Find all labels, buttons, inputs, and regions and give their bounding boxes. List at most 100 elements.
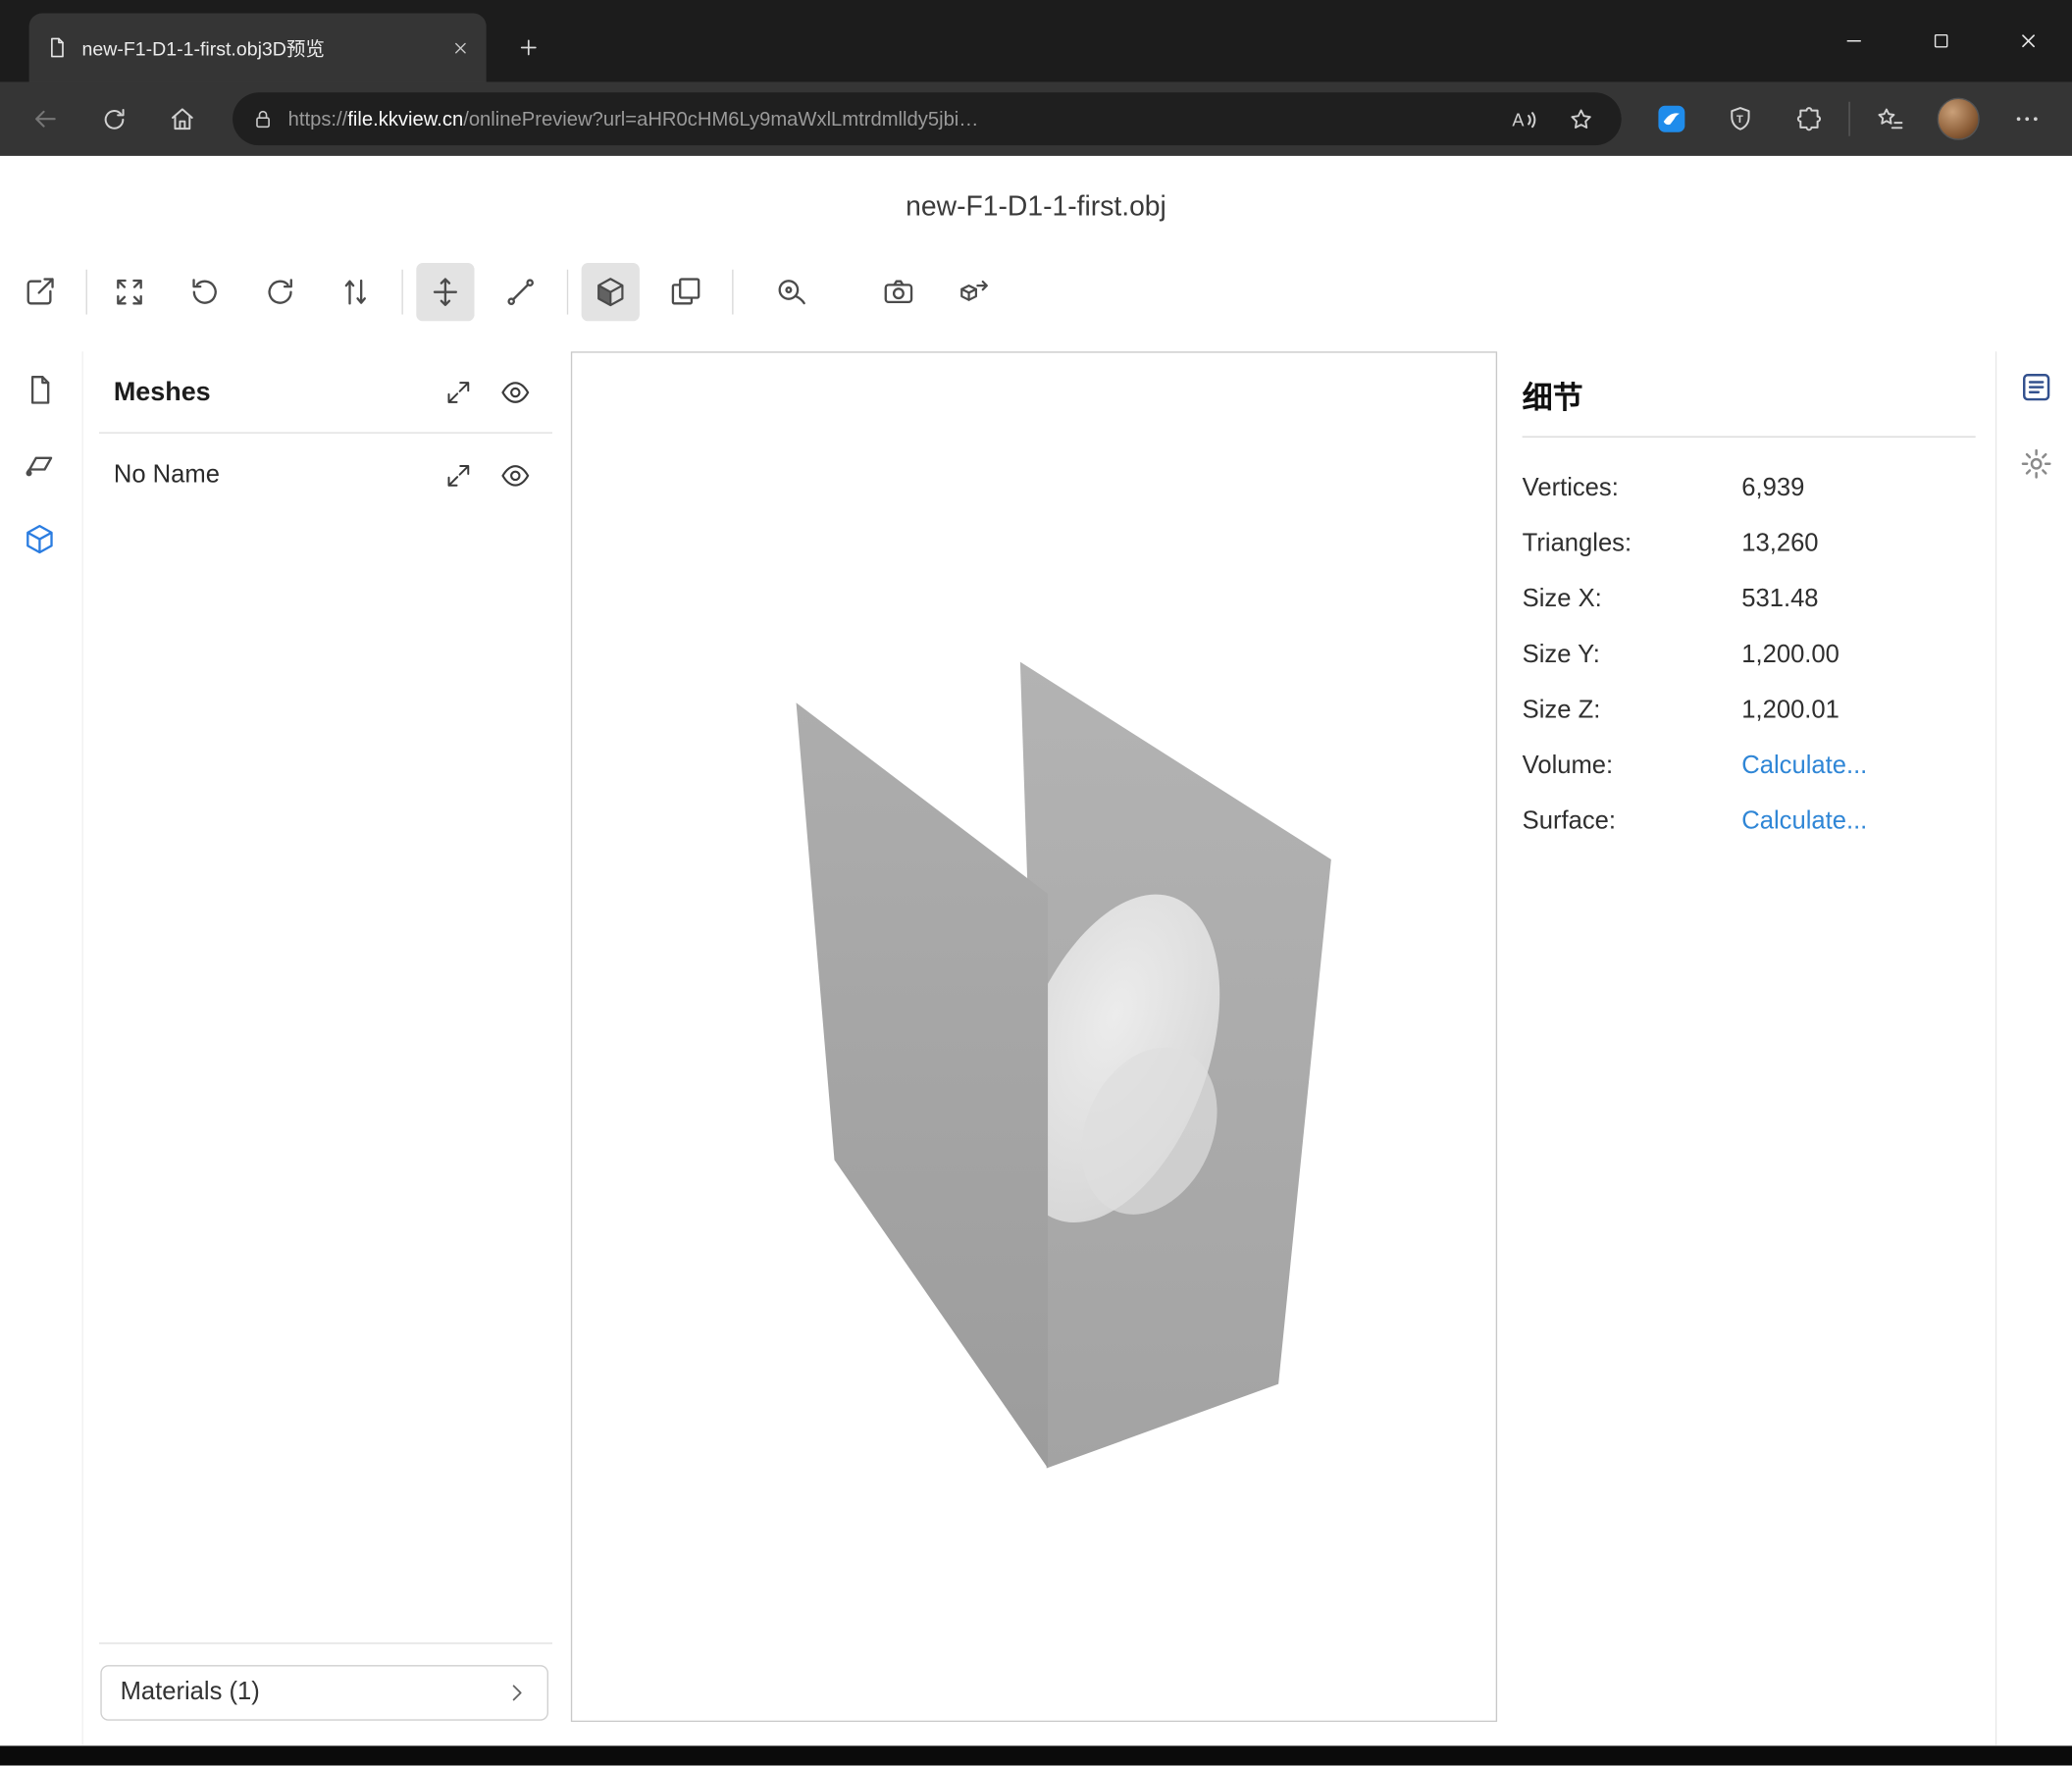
- close-button[interactable]: [1985, 0, 2072, 82]
- chevron-right-icon: [505, 1681, 529, 1704]
- file-info-tab[interactable]: [11, 361, 69, 419]
- open-file-button[interactable]: [11, 263, 69, 321]
- 3d-model-render: [572, 353, 1496, 1721]
- eye-icon: [499, 460, 531, 492]
- more-icon: [2012, 104, 2042, 133]
- details-row: Triangles: 13,260: [1523, 517, 1976, 573]
- extensions-button[interactable]: [1780, 92, 1838, 145]
- settings-more-button[interactable]: [1998, 92, 2056, 145]
- back-icon: [30, 104, 60, 133]
- favorites-bar-button[interactable]: [1860, 92, 1918, 145]
- rotate-left-button[interactable]: [176, 263, 233, 321]
- rotate-right-button[interactable]: [251, 263, 309, 321]
- details-header: 细节: [1523, 351, 1976, 417]
- refresh-icon: [100, 105, 128, 132]
- toolbar-separator: [401, 270, 402, 315]
- url-host: file.kkview.cn: [347, 108, 463, 130]
- export-model-icon: [957, 275, 991, 309]
- model-3d-tab[interactable]: [11, 510, 69, 568]
- viewer-main: Meshes No Name Materials (1): [0, 351, 2072, 1745]
- materials-icon: [23, 448, 57, 483]
- open-file-icon: [23, 275, 57, 309]
- refresh-button[interactable]: [84, 92, 142, 145]
- details-value: 1,200.00: [1741, 641, 1975, 670]
- details-row: Size X: 531.48: [1523, 572, 1976, 628]
- meshes-visibility-button[interactable]: [499, 377, 531, 408]
- favorites-bar-icon: [1875, 104, 1905, 134]
- materials-button[interactable]: Materials (1): [100, 1665, 548, 1721]
- details-panel: 细节 Vertices: 6,939 Triangles: 13,260 Siz…: [1523, 351, 1976, 850]
- close-icon: [2016, 29, 2040, 53]
- browser-window: new-F1-D1-1-first.obj3D预览 https://file.k…: [0, 0, 2072, 1766]
- details-row: Surface: Calculate...: [1523, 795, 1976, 851]
- measure-tape-button[interactable]: [762, 263, 820, 321]
- details-label: Triangles:: [1523, 530, 1742, 559]
- render-solid-icon: [594, 275, 628, 309]
- maximize-icon: [1930, 29, 1953, 53]
- panel-divider: [99, 1642, 552, 1643]
- flip-vertical-button[interactable]: [327, 263, 385, 321]
- measure-line-button[interactable]: [492, 263, 549, 321]
- details-label: Vertices:: [1523, 475, 1742, 504]
- details-label: Surface:: [1523, 807, 1742, 837]
- calculate-volume-link[interactable]: Calculate...: [1741, 752, 1975, 781]
- tab-close-icon[interactable]: [450, 37, 470, 57]
- url-text: https://file.kkview.cn/onlinePreview?url…: [288, 108, 1487, 130]
- expand-icon: [444, 378, 474, 407]
- favorite-button[interactable]: [1558, 96, 1603, 141]
- screenshot-button[interactable]: [869, 263, 927, 321]
- fit-view-button[interactable]: [100, 263, 158, 321]
- mesh-visibility-button[interactable]: [499, 460, 531, 492]
- shield-extension-button[interactable]: [1711, 92, 1769, 145]
- details-label: Volume:: [1523, 752, 1742, 781]
- materials-section: Materials (1): [83, 1632, 568, 1720]
- mesh-item-name: No Name: [114, 461, 418, 491]
- details-label: Size Z:: [1523, 697, 1742, 726]
- calculate-surface-link[interactable]: Calculate...: [1741, 807, 1975, 837]
- browser-tab[interactable]: new-F1-D1-1-first.obj3D预览: [29, 13, 487, 81]
- details-panel-toggle[interactable]: [2016, 367, 2055, 406]
- page-title: new-F1-D1-1-first.obj: [0, 156, 2072, 224]
- mesh-list-item[interactable]: No Name: [83, 446, 568, 504]
- read-aloud-icon: [1507, 104, 1537, 134]
- materials-tab[interactable]: [11, 436, 69, 493]
- shield-extension-icon: [1726, 104, 1755, 133]
- preview-page: new-F1-D1-1-first.obj: [0, 156, 2072, 1745]
- fit-view-icon: [112, 275, 146, 309]
- window-controls: [1810, 0, 2072, 82]
- eye-icon: [499, 377, 531, 408]
- back-button[interactable]: [16, 92, 74, 145]
- url-scheme: https://: [288, 108, 348, 130]
- browser-navbar: https://file.kkview.cn/onlinePreview?url…: [0, 82, 2072, 156]
- read-aloud-button[interactable]: [1500, 96, 1545, 141]
- toolbar-separator: [732, 270, 733, 315]
- blue-extension-button[interactable]: [1642, 92, 1700, 145]
- panel-divider: [99, 432, 552, 433]
- minimize-button[interactable]: [1810, 0, 1897, 82]
- profile-button[interactable]: [1930, 92, 1988, 145]
- favorite-star-icon: [1567, 105, 1594, 132]
- home-button[interactable]: [153, 92, 211, 145]
- viewer-toolbar: [0, 260, 2072, 324]
- settings-gear-icon: [2019, 446, 2053, 481]
- minimize-icon: [1842, 29, 1866, 53]
- viewer-settings-button[interactable]: [2016, 444, 2055, 484]
- expand-icon: [444, 461, 474, 491]
- 3d-viewport[interactable]: [571, 351, 1497, 1722]
- duplicate-view-button[interactable]: [656, 263, 714, 321]
- window-bottom-edge: [0, 1745, 2072, 1765]
- mesh-zoom-button[interactable]: [444, 461, 474, 491]
- file-info-icon: [23, 373, 57, 407]
- render-solid-button[interactable]: [582, 263, 640, 321]
- measure-tape-icon: [774, 275, 808, 309]
- navbar-divider: [1848, 102, 1849, 136]
- address-bar[interactable]: https://file.kkview.cn/onlinePreview?url…: [233, 92, 1622, 145]
- new-tab-button[interactable]: [505, 24, 552, 71]
- move-tool-button[interactable]: [416, 263, 474, 321]
- details-value: 6,939: [1741, 475, 1975, 504]
- export-model-button[interactable]: [945, 263, 1003, 321]
- meshes-zoom-button[interactable]: [444, 378, 474, 407]
- maximize-button[interactable]: [1897, 0, 1985, 82]
- meshes-header-row: Meshes: [83, 363, 568, 421]
- details-value: 531.48: [1741, 586, 1975, 615]
